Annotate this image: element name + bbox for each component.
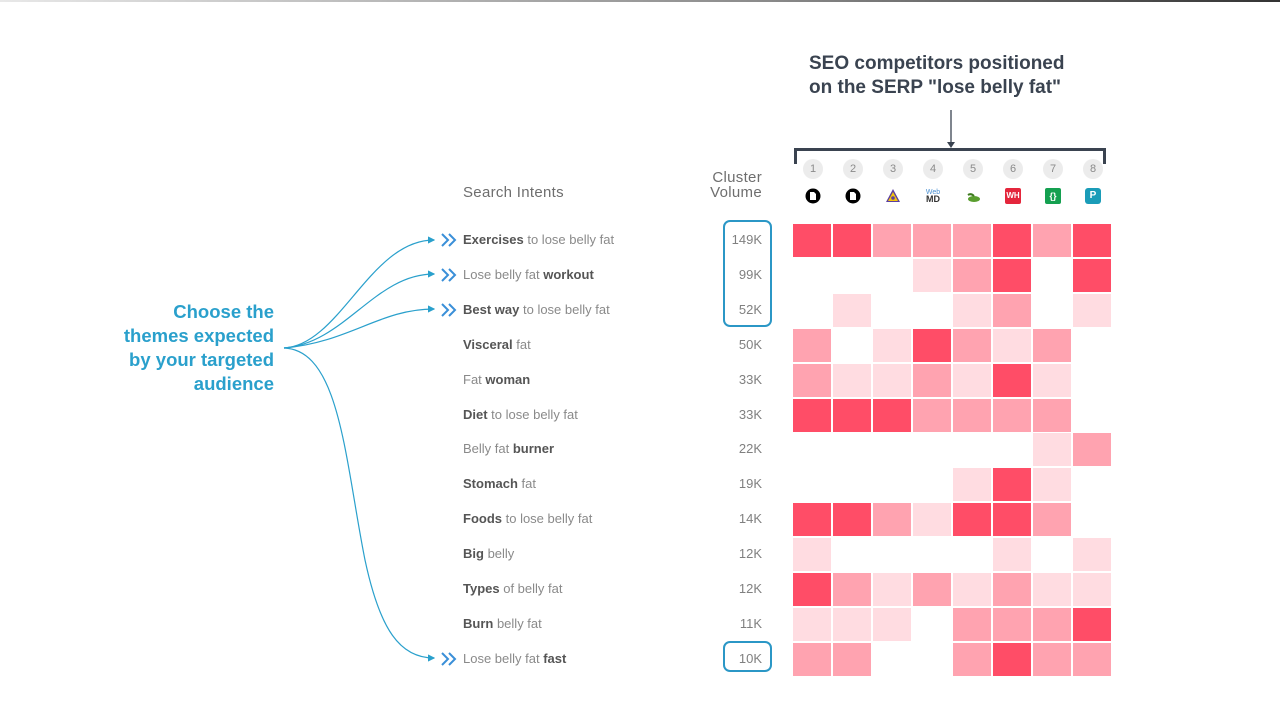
arrow-to-row-13 <box>283 347 436 662</box>
arrow-to-row-3 <box>283 305 436 349</box>
arrow-to-row-1 <box>283 236 436 349</box>
annotation-arrows <box>283 236 436 662</box>
